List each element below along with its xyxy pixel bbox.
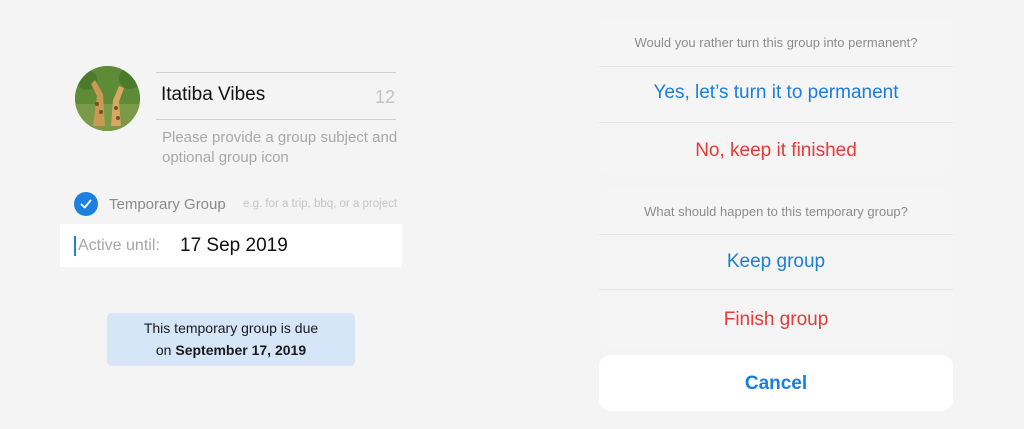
sheet-divider [599,234,953,235]
sheet-divider [599,289,953,290]
keep-group-button[interactable]: Keep group [599,251,953,273]
permanent-sheet-title: Would you rather turn this group into pe… [634,35,918,50]
active-until-value[interactable]: 17 Sep 2019 [180,235,288,257]
permanent-action-sheet: Would you rather turn this group into pe… [599,18,953,176]
active-until-field[interactable]: Active until: 17 Sep 2019 [60,224,402,267]
finish-group-button[interactable]: Finish group [599,309,953,331]
text-cursor [74,236,76,256]
due-notice-date: September 17, 2019 [175,342,307,358]
temporary-group-label: Temporary Group [109,196,226,213]
turn-permanent-button[interactable]: Yes, let’s turn it to permanent [599,82,953,104]
temporary-action-sheet: What should happen to this temporary gro… [599,188,953,346]
char-count: 12 [375,87,396,107]
sheet-divider [599,66,953,67]
group-hint-text: Please provide a group subject and optio… [162,129,398,166]
checkmark-icon [80,199,92,209]
cancel-label: Cancel [744,373,808,394]
due-notice-line1: This temporary group is due [143,320,319,336]
name-bottom-divider [156,119,396,120]
group-name-input[interactable]: Itatiba Vibes [161,84,265,106]
due-notice-line2: on September 17, 2019 [107,342,355,358]
active-until-label: Active until: [78,237,160,254]
cancel-button[interactable]: Cancel [599,355,953,411]
sheet-divider [599,122,953,123]
temporary-sheet-title: What should happen to this temporary gro… [644,204,908,219]
name-top-divider [156,72,396,73]
group-avatar[interactable] [75,66,140,131]
keep-finished-button[interactable]: No, keep it finished [599,140,953,162]
temporary-group-checkbox[interactable] [74,192,98,216]
giraffe-photo-icon [75,66,140,131]
temporary-group-placeholder: e.g. for a trip, bbq, or a project [243,198,398,210]
due-notice-prefix: on [155,342,176,358]
due-notice: This temporary group is due on September… [107,313,355,365]
